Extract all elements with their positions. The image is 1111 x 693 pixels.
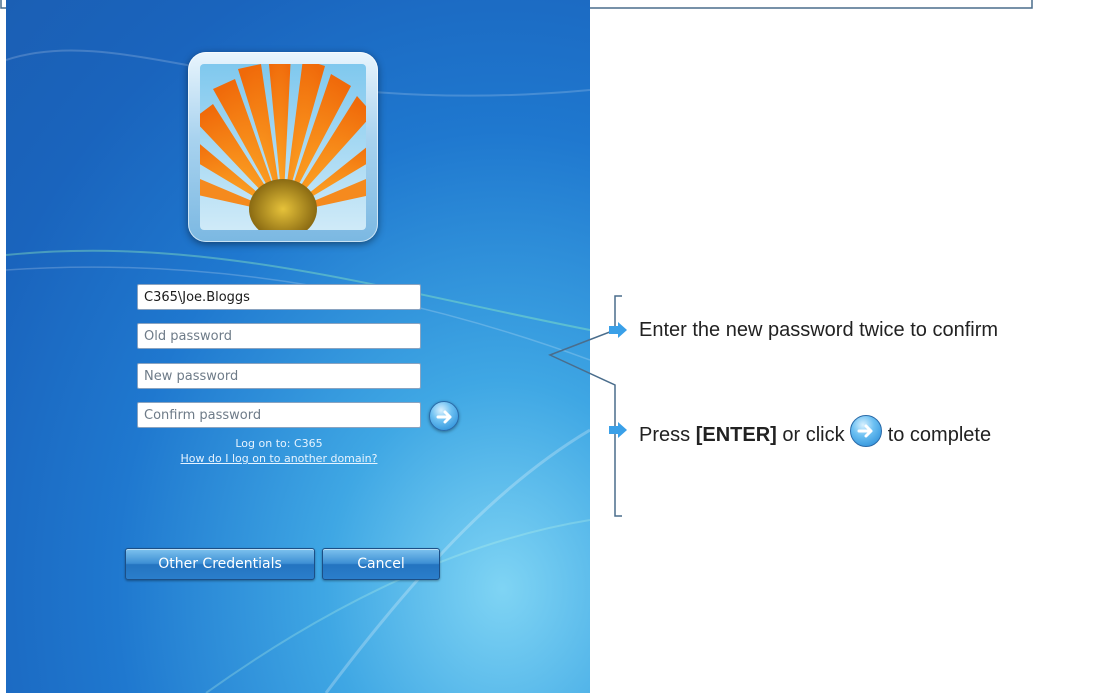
instruction-mid: or click [776, 424, 851, 446]
instruction-text-1: Enter the new password twice to confirm [639, 319, 999, 341]
blue-arrow-bullet-icon [609, 322, 627, 338]
confirm-password-field[interactable] [137, 402, 421, 428]
new-password-field[interactable] [137, 363, 421, 389]
avatar [200, 64, 366, 230]
logon-screen: Log on to: C365 How do I log on to anoth… [6, 0, 590, 693]
username-field[interactable] [137, 284, 421, 310]
instruction-enter-twice: Enter the new password twice to confirm [609, 315, 1109, 345]
old-password-field[interactable] [137, 323, 421, 349]
user-avatar-frame [188, 52, 378, 242]
submit-arrow-button[interactable] [429, 401, 459, 431]
blue-arrow-bullet-icon [609, 422, 627, 438]
enter-key-label: [ENTER] [695, 424, 777, 446]
flower-avatar-image [200, 64, 366, 230]
arrow-right-circle-icon [850, 415, 883, 447]
instruction-press-enter: Press [ENTER] or click to complete [609, 415, 1109, 450]
instruction-suffix: to complete [882, 424, 992, 446]
arrow-right-circle-icon [436, 410, 452, 424]
logon-domain-text: Log on to: C365 [235, 437, 323, 450]
cancel-button[interactable]: Cancel [322, 548, 440, 580]
other-credentials-button[interactable]: Other Credentials [125, 548, 315, 580]
other-domain-link[interactable]: How do I log on to another domain? [137, 452, 421, 465]
instruction-prefix: Press [639, 424, 696, 446]
